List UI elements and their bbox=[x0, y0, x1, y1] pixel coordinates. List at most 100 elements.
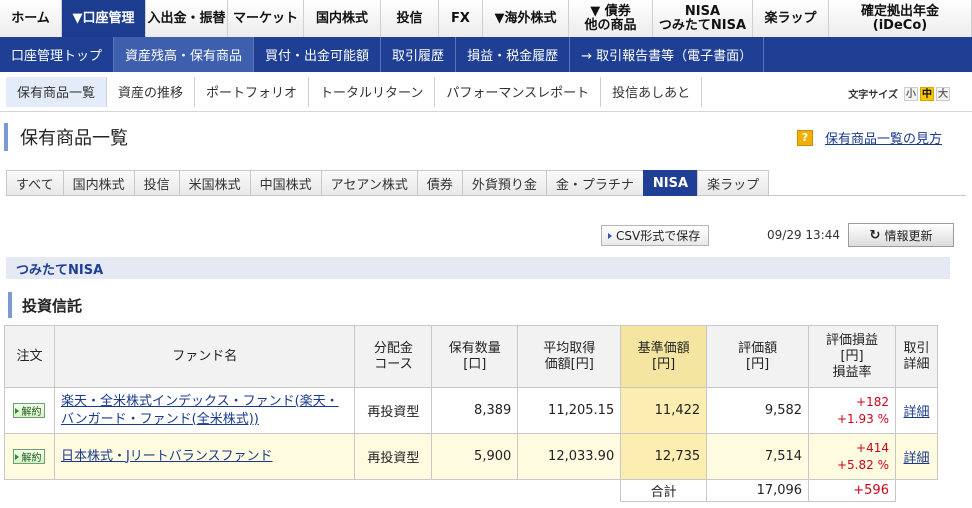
total-row: 合計 17,096 +596 bbox=[5, 479, 938, 502]
category-tab-0[interactable]: すべて bbox=[6, 170, 63, 196]
category-tab-8[interactable]: 金・プラチナ bbox=[545, 170, 643, 196]
empty-cell bbox=[518, 480, 621, 502]
csv-save-button[interactable]: CSV形式で保存 bbox=[601, 225, 710, 246]
val-cell: 9,582 bbox=[706, 387, 810, 434]
tertiary-nav: 保有商品一覧 資産の推移 ポートフォリオ トータルリターン パフォーマンスレポート 投信あ… bbox=[0, 72, 972, 112]
top-nav-item-1[interactable]: ▼口座管理 bbox=[62, 0, 146, 37]
top-nav-item-10[interactable]: 楽ラップ bbox=[753, 0, 829, 37]
category-tab-4[interactable]: 中国株式 bbox=[249, 170, 321, 196]
page-title: 保有商品一覧 bbox=[4, 123, 128, 151]
subsection-title: 投資信託 bbox=[8, 292, 82, 318]
nav-cell: 11,422 bbox=[620, 387, 708, 434]
top-nav-item-4[interactable]: 国内株式 bbox=[304, 0, 381, 37]
category-tab-1[interactable]: 国内株式 bbox=[62, 170, 134, 196]
avg-cell: 11,205.15 bbox=[517, 387, 622, 434]
top-nav-item-11[interactable]: 確定拠出年金 (iDeCo) bbox=[829, 0, 972, 37]
ter-nav-item-5[interactable]: 投信あしあと bbox=[601, 76, 703, 107]
category-tab-6[interactable]: 債券 bbox=[416, 170, 462, 196]
total-value: 17,096 bbox=[706, 479, 810, 502]
help-icon: ? bbox=[796, 129, 813, 146]
nav-cell: 12,735 bbox=[620, 433, 708, 480]
header-avg: 平均取得 価額[円] bbox=[517, 325, 622, 388]
font-size-medium-button[interactable]: 中 bbox=[920, 86, 934, 101]
header-dist: 分配金 コース bbox=[354, 325, 433, 388]
category-tabs: すべて 国内株式 投信 米国株式 中国株式 アセアン株式 債券 外貨預り金 金・プラチナ NISA… bbox=[6, 170, 966, 196]
ter-nav-item-1[interactable]: 資産の推移 bbox=[107, 76, 196, 107]
total-pl: +596 bbox=[808, 479, 896, 502]
sec-nav-item-1[interactable]: 資産残高・保有商品 bbox=[114, 37, 255, 72]
update-timestamp: 09/29 13:44 bbox=[767, 228, 840, 242]
fund-name-link[interactable]: 楽天・全米株式インデックス・ファンド(楽天・バンガード・ファンド(全米株式)) bbox=[61, 394, 339, 427]
top-nav-item-8[interactable]: ▼ 債券 他の商品 bbox=[569, 0, 653, 37]
play-icon bbox=[15, 453, 20, 460]
cancel-label: 解約 bbox=[21, 407, 42, 419]
secondary-nav: 口座管理トップ 資産残高・保有商品 買付・出金可能額 取引履歴 損益・税金履歴 → 取引報… bbox=[0, 37, 972, 72]
help-link[interactable]: 保有商品一覧の見方 bbox=[825, 128, 942, 147]
top-nav-item-7[interactable]: ▼海外株式 bbox=[483, 0, 569, 37]
top-nav-item-0[interactable]: ホーム bbox=[0, 0, 62, 37]
refresh-icon: ↻ bbox=[869, 227, 881, 243]
pl-value: +182 bbox=[856, 394, 889, 409]
sec-nav-item-5[interactable]: → 取引報告書等（電子書面） bbox=[570, 37, 765, 72]
sec-nav-item-3[interactable]: 取引履歴 bbox=[381, 37, 457, 72]
top-nav-item-5[interactable]: 投信 bbox=[381, 0, 439, 37]
order-cell: 解約 bbox=[4, 433, 55, 480]
category-tab-5[interactable]: アセアン株式 bbox=[320, 170, 417, 196]
sec-nav-item-0[interactable]: 口座管理トップ bbox=[0, 37, 115, 72]
top-nav-item-2[interactable]: 入出金・振替 bbox=[146, 0, 228, 37]
detail-link[interactable]: 詳細 bbox=[903, 405, 929, 420]
top-nav-item-3[interactable]: マーケット bbox=[228, 0, 304, 37]
font-size-small-button[interactable]: 小 bbox=[904, 86, 918, 101]
fund-name-link[interactable]: 日本株式・Jリートバランスファンド bbox=[61, 449, 273, 464]
table-row: 解約 日本株式・Jリートバランスファンド 再投資型 5,900 12,033.90 12,… bbox=[4, 433, 939, 480]
font-size-control: 文字サイズ 小 中 大 bbox=[848, 86, 950, 101]
header-detail: 取引 詳細 bbox=[894, 325, 939, 388]
pl-value: +414 bbox=[856, 440, 889, 455]
top-nav: ホーム ▼口座管理 入出金・振替 マーケット 国内株式 投信 FX ▼海外株式 ▼ 債券 他の商… bbox=[0, 0, 972, 37]
table-row: 解約 楽天・全米株式インデックス・ファンド(楽天・バンガード・ファンド(全米株式)… bbox=[4, 387, 939, 434]
total-label: 合計 bbox=[620, 479, 708, 502]
detail-link[interactable]: 詳細 bbox=[903, 451, 929, 466]
fund-cell: 楽天・全米株式インデックス・ファンド(楽天・バンガード・ファンド(全米株式)) bbox=[53, 387, 356, 434]
ter-nav-item-3[interactable]: トータルリターン bbox=[309, 76, 436, 107]
qty-cell: 8,389 bbox=[431, 387, 519, 434]
dist-cell: 再投資型 bbox=[354, 433, 433, 480]
val-cell: 7,514 bbox=[706, 433, 810, 480]
ter-nav-item-2[interactable]: ポートフォリオ bbox=[195, 76, 310, 107]
pl-rate: +1.93 % bbox=[836, 411, 889, 426]
play-icon bbox=[15, 407, 20, 414]
refresh-button[interactable]: ↻ 情報更新 bbox=[848, 223, 954, 247]
cancel-button[interactable]: 解約 bbox=[13, 449, 46, 465]
table-header-row: 注文 ファンド名 分配金 コース 保有数量 [口] 平均取得 価額[円] 基準価… bbox=[4, 325, 939, 388]
detail-cell: 詳細 bbox=[894, 387, 939, 434]
detail-cell: 詳細 bbox=[894, 433, 939, 480]
sec-nav-item-4[interactable]: 損益・税金履歴 bbox=[456, 37, 571, 72]
cancel-label: 解約 bbox=[21, 453, 42, 465]
empty-cell bbox=[355, 480, 432, 502]
category-tab-7[interactable]: 外貨預り金 bbox=[461, 170, 546, 196]
help-link-area: ? 保有商品一覧の見方 bbox=[796, 128, 942, 147]
category-tab-3[interactable]: 米国株式 bbox=[178, 170, 250, 196]
top-nav-item-9[interactable]: NISA つみたてNISA bbox=[653, 0, 753, 37]
refresh-label: 情報更新 bbox=[884, 228, 933, 243]
fund-cell: 日本株式・Jリートバランスファンド bbox=[53, 433, 356, 480]
dist-cell: 再投資型 bbox=[354, 387, 433, 434]
ter-nav-item-4[interactable]: パフォーマンスレポート bbox=[435, 76, 602, 107]
ter-nav-item-0[interactable]: 保有商品一覧 bbox=[6, 76, 108, 107]
top-nav-item-6[interactable]: FX bbox=[439, 0, 483, 37]
cancel-button[interactable]: 解約 bbox=[13, 403, 46, 419]
order-cell: 解約 bbox=[4, 387, 55, 434]
category-tab-2[interactable]: 投信 bbox=[133, 170, 179, 196]
avg-cell: 12,033.90 bbox=[517, 433, 622, 480]
category-tab-10[interactable]: 楽ラップ bbox=[697, 170, 770, 196]
pl-cell: +182 +1.93 % bbox=[808, 387, 896, 434]
empty-cell bbox=[5, 480, 55, 502]
font-size-large-button[interactable]: 大 bbox=[936, 86, 950, 101]
category-tab-9[interactable]: NISA bbox=[642, 170, 698, 196]
empty-cell bbox=[54, 480, 354, 502]
pl-rate: +5.82 % bbox=[836, 457, 889, 472]
header-order: 注文 bbox=[4, 325, 55, 388]
qty-cell: 5,900 bbox=[431, 433, 519, 480]
sec-nav-item-2[interactable]: 買付・出金可能額 bbox=[254, 37, 382, 72]
empty-cell bbox=[895, 480, 937, 502]
